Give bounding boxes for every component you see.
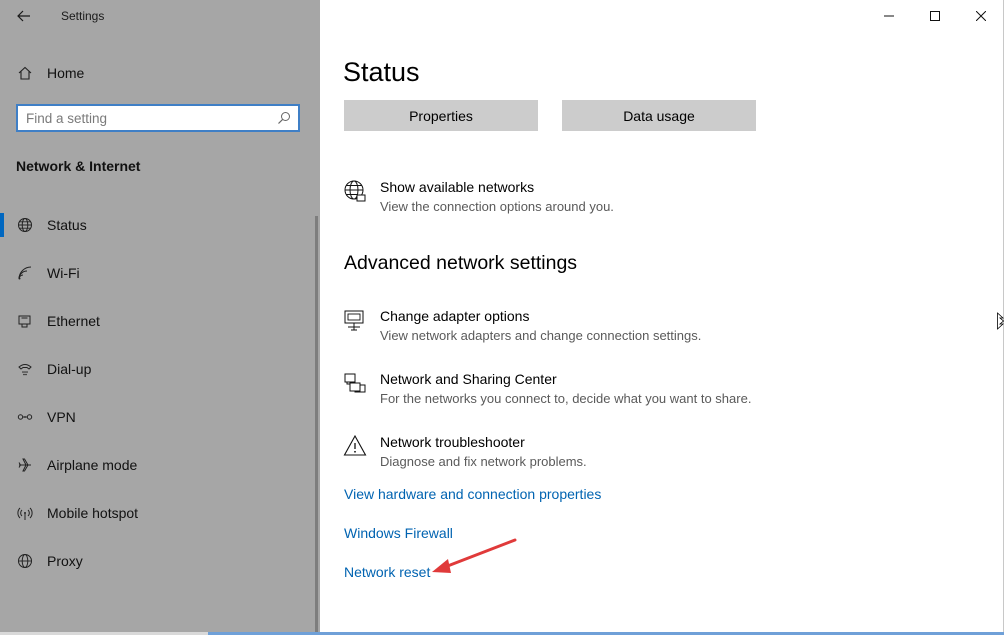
titlebar-left: Settings [0,0,320,32]
settings-window: Settings Home Network & Internet [0,0,1004,635]
close-icon [976,11,986,21]
search-icon[interactable] [277,111,291,125]
show-available-networks[interactable]: Show available networks View the connect… [343,179,943,223]
sidebar-item-status[interactable]: Status [0,205,316,245]
back-button[interactable] [10,4,38,28]
sidebar-item-label: Wi-Fi [47,265,80,281]
sidebar-item-label: Ethernet [47,313,100,329]
sidebar-item-label: Home [47,65,85,81]
advanced-settings-heading: Advanced network settings [344,252,578,274]
sidebar-item-label: Proxy [47,553,83,569]
sidebar-item-ethernet[interactable]: Ethernet [0,301,316,341]
setting-description: View network adapters and change connect… [380,328,702,343]
sidebar: Settings Home Network & Internet [0,0,320,632]
close-button[interactable] [958,0,1004,32]
window-controls [866,0,1004,32]
vpn-icon [16,408,34,426]
maximize-icon [930,11,940,21]
sidebar-item-label: Dial-up [47,361,92,377]
sidebar-item-vpn[interactable]: VPN [0,397,316,437]
home-icon [16,64,34,82]
maximize-button[interactable] [912,0,958,32]
setting-description: For the networks you connect to, decide … [380,391,752,406]
change-adapter-options[interactable]: Change adapter options View network adap… [343,308,943,352]
search-input[interactable] [26,109,266,127]
app-title: Settings [61,9,105,23]
data-usage-button[interactable]: Data usage [562,100,756,131]
airplane-icon [16,456,34,474]
sidebar-item-label: Status [47,217,87,233]
sharing-center-icon [343,371,367,395]
globe-icon [16,552,34,570]
windows-firewall-link[interactable]: Windows Firewall [344,525,453,541]
search-box [16,104,300,132]
sidebar-item-home[interactable]: Home [0,53,316,93]
view-hardware-link[interactable]: View hardware and connection properties [344,486,601,502]
sidebar-item-label: VPN [47,409,76,425]
adapter-icon [343,308,367,332]
section-heading: Network & Internet [16,158,141,174]
setting-title: Change adapter options [380,308,530,324]
sidebar-item-label: Airplane mode [47,457,138,473]
setting-title: Show available networks [380,179,535,195]
network-sharing-center[interactable]: Network and Sharing Center For the netwo… [343,371,943,415]
dialup-icon [16,360,34,378]
resize-cursor-icon [997,312,1004,330]
network-reset-link[interactable]: Network reset [344,564,430,580]
network-troubleshooter[interactable]: Network troubleshooter Diagnose and fix … [343,434,943,478]
sidebar-item-label: Mobile hotspot [47,505,139,521]
properties-button[interactable]: Properties [344,100,538,131]
setting-description: Diagnose and fix network problems. [380,454,587,469]
sidebar-item-proxy[interactable]: Proxy [0,541,316,581]
sidebar-scrollbar[interactable] [315,216,318,632]
sidebar-item-airplane-mode[interactable]: Airplane mode [0,445,316,485]
globe-network-icon [16,216,34,234]
minimize-icon [884,15,894,17]
warning-icon [343,434,367,458]
sidebar-item-dialup[interactable]: Dial-up [0,349,316,389]
main-content: Status Properties Data usage Show availa… [320,0,1004,632]
minimize-button[interactable] [866,0,912,32]
wifi-icon [16,264,34,282]
sidebar-item-wifi[interactable]: Wi-Fi [0,253,316,293]
setting-title: Network and Sharing Center [380,371,557,387]
back-arrow-icon [17,10,30,22]
setting-title: Network troubleshooter [380,434,525,450]
sidebar-item-mobile-hotspot[interactable]: Mobile hotspot [0,493,316,533]
setting-description: View the connection options around you. [380,199,614,214]
globe-network-icon [343,179,367,203]
ethernet-icon [16,312,34,330]
hotspot-icon [16,504,34,522]
page-title: Status [343,57,420,87]
